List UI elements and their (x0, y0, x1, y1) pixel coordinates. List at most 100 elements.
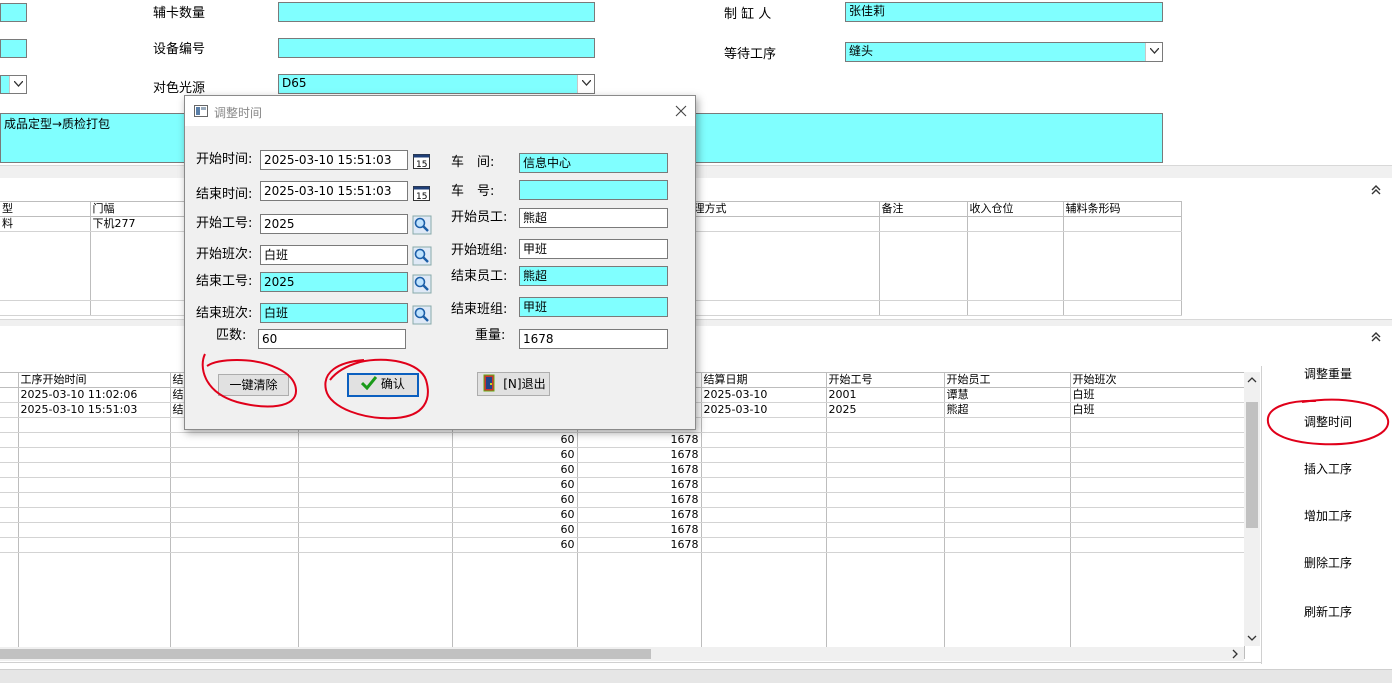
lookup-icon[interactable] (412, 246, 432, 266)
table-row[interactable]: 60 1678 (0, 507, 1245, 523)
duise-select[interactable]: D65 (278, 74, 595, 94)
lookup-icon[interactable] (412, 305, 432, 325)
end-id-input[interactable]: 2025 (260, 272, 408, 292)
scrollbar-thumb[interactable] (0, 649, 651, 659)
dengdai-select[interactable]: 缝头 (845, 42, 1163, 62)
table-row[interactable]: 60 1678 (0, 492, 1245, 508)
end-group-input[interactable]: 甲班 (519, 297, 668, 317)
table-cell[interactable]: 2025 (826, 402, 945, 418)
refresh-process-button[interactable]: 刷新工序 (1287, 604, 1369, 620)
car-input[interactable] (519, 180, 668, 200)
calendar-icon[interactable]: 15 (412, 184, 432, 204)
close-icon[interactable] (675, 105, 687, 117)
table-row[interactable]: 60 1678 (0, 462, 1245, 478)
weight-cell[interactable]: 1678 (577, 432, 702, 448)
collapse-top-icon[interactable] (1369, 183, 1383, 197)
calendar-icon[interactable]: 15 (412, 152, 432, 172)
table-cell[interactable] (879, 216, 968, 232)
table-row[interactable]: 60 1678 (0, 447, 1245, 463)
column-header[interactable]: 工序开始时间 (18, 372, 171, 388)
column-header[interactable]: 收入仓位 (967, 201, 1064, 217)
scrollbar-thumb[interactable] (1246, 402, 1258, 528)
weight-cell[interactable]: 1678 (577, 522, 702, 538)
delete-process-button[interactable]: 删除工序 (1287, 555, 1369, 571)
weight-input[interactable]: 1678 (519, 329, 668, 349)
table-cell[interactable]: 白班 (1070, 402, 1245, 418)
horizontal-scrollbar[interactable] (0, 647, 1244, 661)
weight-cell[interactable]: 1678 (577, 462, 702, 478)
table-cell[interactable]: 料 (0, 216, 91, 232)
table-cell[interactable]: 谭慧 (944, 387, 1071, 403)
count-cell[interactable]: 60 (452, 447, 578, 463)
table-row[interactable]: 60 1678 (0, 537, 1245, 553)
table-row[interactable]: 60 1678 (0, 477, 1245, 493)
column-header[interactable]: 型 (0, 201, 91, 217)
chevron-down-icon[interactable] (9, 76, 26, 93)
column-header[interactable]: 开始班次 (1070, 372, 1245, 388)
table-row[interactable]: 60 1678 (0, 432, 1245, 448)
insert-process-button[interactable]: 插入工序 (1287, 461, 1369, 477)
left-field-2[interactable] (0, 39, 27, 58)
column-header[interactable]: 门幅 (90, 201, 191, 217)
table-cell[interactable]: 下机277 (90, 216, 191, 232)
collapse-bottom-icon[interactable] (1369, 330, 1383, 344)
left-field-1[interactable] (0, 3, 27, 22)
table-cell[interactable]: 2025-03-10 (701, 402, 827, 418)
start-id-input[interactable]: 2025 (260, 214, 408, 234)
add-process-button[interactable]: 增加工序 (1287, 508, 1369, 524)
count-cell[interactable]: 60 (452, 462, 578, 478)
table-cell[interactable]: 2001 (826, 387, 945, 403)
weight-cell[interactable]: 1678 (577, 492, 702, 508)
exit-button[interactable]: [N]退出 (477, 372, 550, 396)
end-time-input[interactable]: 2025-03-10 15:51:03 (260, 181, 408, 201)
fuka-field[interactable] (278, 2, 595, 22)
shebei-field[interactable] (278, 38, 595, 58)
weight-cell[interactable]: 1678 (577, 447, 702, 463)
start-shift-input[interactable]: 白班 (260, 245, 408, 265)
left-select-1[interactable] (0, 75, 27, 94)
end-emp-input[interactable]: 熊超 (519, 266, 668, 286)
table-cell[interactable]: 2025-03-10 15:51:03 (18, 402, 171, 418)
start-group-input[interactable]: 甲班 (519, 239, 668, 259)
count-cell[interactable]: 60 (452, 432, 578, 448)
weight-cell[interactable]: 1678 (577, 507, 702, 523)
table-row[interactable]: 60 1678 (0, 522, 1245, 538)
count-cell[interactable]: 60 (452, 522, 578, 538)
start-time-input[interactable]: 2025-03-10 15:51:03 (260, 150, 408, 170)
table-cell[interactable] (967, 216, 1064, 232)
column-header[interactable] (0, 372, 19, 388)
table-cell[interactable] (691, 216, 880, 232)
end-shift-input[interactable]: 白班 (260, 303, 408, 323)
vertical-scrollbar[interactable] (1244, 372, 1260, 646)
table-cell[interactable] (0, 387, 19, 403)
weight-cell[interactable]: 1678 (577, 537, 702, 553)
chevron-up-icon[interactable] (1244, 372, 1260, 388)
count-cell[interactable]: 60 (452, 537, 578, 553)
adjust-weight-button[interactable]: 调整重量 (1287, 366, 1369, 382)
column-header[interactable]: 备注 (879, 201, 968, 217)
count-cell[interactable]: 60 (452, 507, 578, 523)
workshop-input[interactable]: 信息中心 (519, 153, 668, 173)
chevron-down-icon[interactable] (1244, 630, 1260, 646)
table-cell[interactable]: 熊超 (944, 402, 1071, 418)
table-cell[interactable]: 2025-03-10 11:02:06 (18, 387, 171, 403)
weight-cell[interactable]: 1678 (577, 477, 702, 493)
count-cell[interactable]: 60 (452, 492, 578, 508)
count-cell[interactable]: 60 (452, 477, 578, 493)
lookup-icon[interactable] (412, 274, 432, 294)
table-cell[interactable]: 2025-03-10 (701, 387, 827, 403)
table-cell[interactable] (0, 402, 19, 418)
chevron-right-icon[interactable] (1228, 647, 1242, 661)
table-cell[interactable]: 白班 (1070, 387, 1245, 403)
chevron-down-icon[interactable] (1145, 43, 1162, 61)
column-header[interactable]: 开始工号 (826, 372, 945, 388)
lookup-icon[interactable] (412, 215, 432, 235)
start-emp-input[interactable]: 熊超 (519, 208, 668, 228)
chevron-down-icon[interactable] (577, 75, 594, 93)
column-header[interactable]: 开始员工 (944, 372, 1071, 388)
column-header[interactable]: 辅料条形码 (1063, 201, 1182, 217)
column-header[interactable]: 理方式 (691, 201, 880, 217)
table-cell[interactable] (1063, 216, 1182, 232)
column-header[interactable]: 结算日期 (701, 372, 827, 388)
zhihong-field[interactable]: 张佳莉 (845, 2, 1163, 22)
